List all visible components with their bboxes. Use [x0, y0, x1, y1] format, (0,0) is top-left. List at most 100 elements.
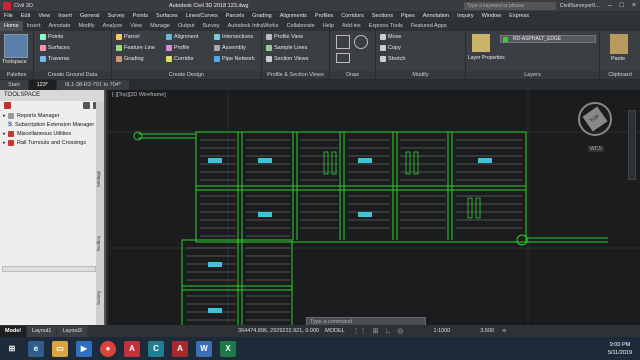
alignment-button[interactable]: Alignment — [166, 34, 198, 40]
ribbon-tab[interactable]: Output — [174, 21, 199, 31]
tree-item-subscription[interactable]: S Subscription Extension Manager — [3, 120, 104, 129]
minimize-icon[interactable]: – — [604, 2, 616, 9]
tab-model[interactable]: Model — [0, 325, 26, 337]
assembly-button[interactable]: Assembly — [214, 45, 246, 51]
surfaces-button[interactable]: Surfaces — [40, 45, 70, 51]
drawing-canvas[interactable]: [-][Top][2D Wireframe] TOP WCS — [108, 90, 640, 332]
menu-item[interactable]: Parcels — [222, 13, 248, 19]
search-input[interactable]: Type a keyword or phrase — [463, 1, 556, 10]
word-icon[interactable]: W — [196, 340, 212, 357]
ribbon-tab[interactable]: Manage — [146, 21, 174, 31]
ribbon-tab[interactable]: Express Tools — [365, 21, 407, 31]
ribbon-tab[interactable]: Annotate — [44, 21, 74, 31]
model-space-button[interactable]: MODEL — [325, 328, 345, 334]
circle-icon[interactable] — [354, 35, 368, 49]
copy-button[interactable]: Copy — [380, 45, 401, 51]
grid-icon[interactable]: ⋮⋮ — [353, 327, 367, 335]
menu-item[interactable]: Sections — [368, 13, 397, 19]
windows-start-icon[interactable]: ⊞ — [4, 341, 20, 357]
ortho-icon[interactable]: ∟ — [385, 328, 392, 335]
menu-item[interactable]: Surfaces — [152, 13, 182, 19]
tree-item-reports-manager[interactable]: ▸ Reports Manager — [3, 111, 104, 120]
customize-icon[interactable]: ≡ — [502, 328, 506, 335]
edit-icon[interactable] — [83, 102, 90, 109]
layer-properties-icon[interactable] — [472, 34, 490, 52]
menu-item[interactable]: Annotation — [419, 13, 453, 19]
traverse-button[interactable]: Traverse — [40, 56, 70, 62]
tab-ol1[interactable]: 0L1-38-R2-701 to 704* — [56, 80, 129, 90]
toolspace-button[interactable] — [4, 34, 28, 58]
ribbon-tab[interactable]: Analyze — [99, 21, 127, 31]
tab-toolbox[interactable]: Toolbox — [96, 236, 104, 252]
elevation-value[interactable]: 3.500 — [480, 328, 494, 334]
wcs-label[interactable]: WCS — [588, 146, 604, 152]
menu-item[interactable]: View — [34, 13, 54, 19]
menu-item[interactable]: Grading — [248, 13, 276, 19]
ribbon-tab[interactable]: Autodesk InfraWorks — [224, 21, 283, 31]
menu-item[interactable]: General — [76, 13, 104, 19]
excel-icon[interactable]: X — [220, 340, 236, 357]
menu-item[interactable]: Points — [129, 13, 152, 19]
tab-layout1[interactable]: Layout1 — [26, 325, 57, 337]
corridor-button[interactable]: Corridor — [166, 56, 194, 62]
polar-icon[interactable]: ◎ — [397, 327, 403, 335]
menu-item[interactable]: Pipes — [397, 13, 419, 19]
paste-icon[interactable] — [610, 34, 628, 54]
menu-item[interactable]: Insert — [54, 13, 76, 19]
tab-survey[interactable]: Survey — [96, 291, 104, 305]
media-icon[interactable]: ▶ — [76, 340, 92, 357]
ribbon-tab[interactable]: Insert — [23, 21, 45, 31]
ribbon-tab[interactable]: View — [126, 21, 146, 31]
menu-item[interactable]: Corridors — [337, 13, 368, 19]
ribbon-tab[interactable]: Home — [0, 21, 23, 31]
app-logo-icon[interactable] — [3, 1, 11, 10]
snap-icon[interactable]: ⊞ — [373, 327, 379, 335]
clock[interactable]: 9:00 PM 5/11/2019 — [608, 341, 632, 357]
ie-icon[interactable]: e — [28, 340, 44, 357]
annotation-scale[interactable]: 1:1000 — [434, 328, 451, 334]
maximize-icon[interactable]: □ — [616, 2, 628, 9]
autocad-2-icon[interactable]: A — [172, 340, 188, 357]
ribbon-tab[interactable]: Modify — [74, 21, 98, 31]
move-button[interactable]: Move — [380, 34, 401, 40]
menu-item[interactable]: Express — [505, 13, 533, 19]
section-views-button[interactable]: Section Views — [266, 56, 308, 62]
stretch-button[interactable]: Stretch — [380, 56, 405, 62]
grading-button[interactable]: Grading — [116, 56, 144, 62]
ribbon-tab[interactable]: Collaborate — [283, 21, 319, 31]
toolbox-icon[interactable] — [4, 102, 11, 109]
tab-123[interactable]: 123* — [28, 80, 56, 90]
menu-item[interactable]: Lines/Curves — [182, 13, 222, 19]
ribbon-tab[interactable]: Add-ins — [338, 21, 365, 31]
tab-layout2[interactable]: Layout2 — [57, 325, 88, 337]
menu-item[interactable]: Inquiry — [453, 13, 478, 19]
close-icon[interactable]: × — [628, 2, 640, 9]
intersections-button[interactable]: Intersections — [214, 34, 253, 40]
sample-lines-button[interactable]: Sample Lines — [266, 45, 307, 51]
menu-item[interactable]: Alignments — [276, 13, 311, 19]
pipe-network-button[interactable]: Pipe Network — [214, 56, 255, 62]
profile-button[interactable]: Profile — [166, 45, 190, 51]
menu-item[interactable]: Edit — [17, 13, 34, 19]
points-button[interactable]: Points — [40, 34, 63, 40]
rectangle-icon[interactable] — [336, 53, 350, 63]
ribbon-tab[interactable]: Help — [319, 21, 338, 31]
file-explorer-icon[interactable]: ▭ — [52, 340, 68, 357]
tab-start[interactable]: Start — [0, 80, 28, 90]
parcel-button[interactable]: Parcel — [116, 34, 140, 40]
tree-item-rail-turnouts[interactable]: ▸ Rail Turnouts and Crossings — [3, 138, 104, 147]
line-icon[interactable] — [336, 35, 350, 49]
horizontal-scrollbar[interactable] — [2, 266, 96, 272]
tree-item-misc-utilities[interactable]: ▸ Miscellaneous Utilities — [3, 129, 104, 138]
tab-settings[interactable]: Settings — [96, 171, 104, 187]
menu-item[interactable]: Survey — [104, 13, 129, 19]
user-name[interactable]: CivilSurveyor0... — [560, 3, 600, 9]
autocad-icon[interactable]: A — [124, 340, 140, 357]
menu-item[interactable]: Profiles — [311, 13, 337, 19]
navigation-bar[interactable] — [628, 110, 636, 180]
menu-item[interactable]: File — [0, 13, 17, 19]
layer-dropdown[interactable]: RD-ASPHALT_EDGE — [500, 35, 596, 43]
ribbon-tab[interactable]: Survey — [198, 21, 223, 31]
profile-view-button[interactable]: Profile View — [266, 34, 303, 40]
civil3d-icon[interactable]: C — [148, 340, 164, 357]
